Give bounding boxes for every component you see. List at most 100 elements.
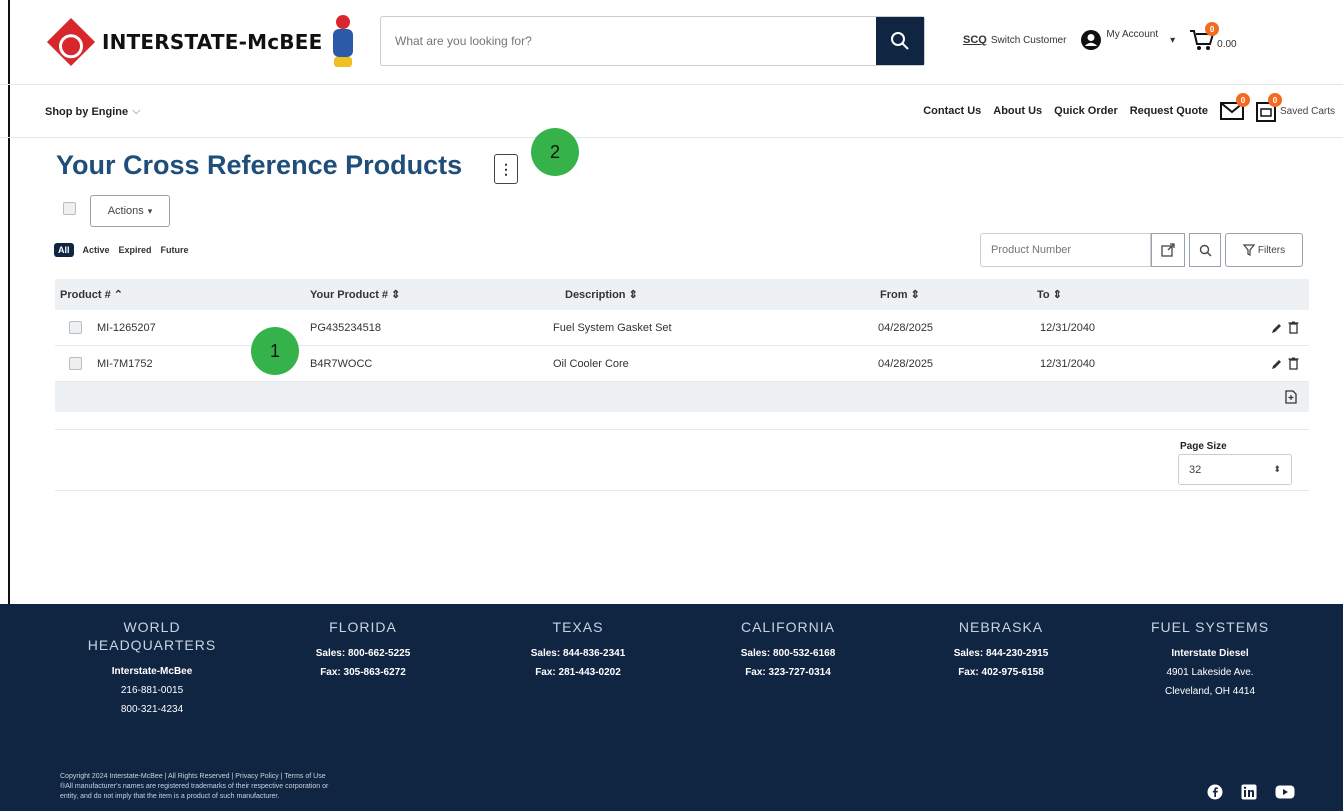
- status-filter-tabs: All Active Expired Future: [54, 243, 189, 257]
- footer-line[interactable]: Sales: 844-836-2341: [483, 644, 673, 663]
- chevron-down-icon: ▾: [1170, 34, 1176, 46]
- callout-marker-2: 2: [531, 128, 579, 176]
- saved-carts-button[interactable]: 0 Saved Carts: [1255, 93, 1335, 122]
- table-footer: [55, 382, 1309, 412]
- logo-diamond-icon: [46, 17, 96, 67]
- search-input[interactable]: [381, 17, 876, 65]
- divider: [55, 490, 1309, 491]
- tab-all[interactable]: All: [54, 243, 74, 257]
- footer-line: 4901 Lakeside Ave.: [1166, 667, 1254, 678]
- export-button[interactable]: [1151, 233, 1185, 267]
- title-menu-button[interactable]: ⋮: [494, 154, 518, 184]
- tab-active[interactable]: Active: [83, 245, 110, 255]
- product-search-button[interactable]: [1189, 233, 1221, 267]
- footer-line: Interstate-McBee: [111, 666, 193, 677]
- product-number: MI-7M1752: [97, 357, 153, 370]
- sort-icon: ⇕: [1052, 289, 1062, 301]
- trademark-line: entity, and do not imply that the item i…: [60, 793, 280, 800]
- sub-navigation: Shop by Engine ⌵ Contact Us About Us Qui…: [0, 86, 1343, 138]
- footer-phone[interactable]: 216-881-0015: [72, 681, 232, 700]
- sort-icon: ⇕: [910, 289, 920, 301]
- your-product-number: PG435234518: [310, 321, 381, 334]
- delete-trash-icon[interactable]: [1288, 321, 1299, 334]
- row-actions: [1271, 321, 1299, 334]
- export-icon: [1161, 243, 1175, 257]
- add-document-icon[interactable]: [1285, 390, 1297, 404]
- page-title: Your Cross Reference Products: [56, 150, 463, 180]
- chevron-down-icon: ⌵: [132, 105, 141, 117]
- saved-carts-count-badge: 0: [1267, 93, 1282, 107]
- filters-button[interactable]: Filters: [1225, 233, 1303, 267]
- logo-text: INTERSTATE-McBEE: [102, 30, 323, 54]
- messages-count-badge: 0: [1235, 93, 1250, 107]
- user-icon: [1081, 30, 1102, 50]
- actions-label: Actions: [107, 205, 144, 217]
- page-size-label: Page Size: [1180, 441, 1227, 452]
- footer-heading: CALIFORNIA: [740, 619, 835, 635]
- edit-pencil-icon[interactable]: [1271, 358, 1283, 370]
- about-us-link[interactable]: About Us: [993, 105, 1042, 117]
- select-all-checkbox[interactable]: [63, 202, 76, 215]
- callout-marker-1: 1: [251, 327, 299, 375]
- trademark-line: ®All manufacturer's names are registered…: [60, 783, 329, 790]
- my-account-button[interactable]: My Account ▾: [1080, 29, 1175, 51]
- search-button[interactable]: [876, 17, 924, 65]
- request-quote-link[interactable]: Request Quote: [1130, 105, 1208, 117]
- footer-heading: NEBRASKA: [958, 619, 1044, 635]
- sort-icon: ⇕: [628, 289, 638, 301]
- actions-dropdown[interactable]: Actions ▾: [90, 195, 170, 227]
- linkedin-icon[interactable]: [1241, 784, 1257, 800]
- footer-line[interactable]: Sales: 844-230-2915: [906, 644, 1096, 663]
- cart-button[interactable]: 0 0.00: [1189, 22, 1237, 52]
- footer-phone[interactable]: 800-321-4234: [72, 700, 232, 719]
- site-logo[interactable]: INTERSTATE-McBEE: [46, 12, 356, 72]
- edit-pencil-icon[interactable]: [1271, 322, 1283, 334]
- delete-trash-icon[interactable]: [1288, 357, 1299, 370]
- header-utilities: SCQ Switch Customer My Account ▾ 0 0.00: [963, 20, 1237, 60]
- filters-label: Filters: [1257, 244, 1286, 256]
- column-header-to[interactable]: To ⇕: [1037, 288, 1062, 301]
- messages-button[interactable]: 0: [1219, 93, 1250, 120]
- footer-col-headquarters: WORLD HEADQUARTERS Interstate-McBee 216-…: [72, 618, 232, 719]
- tab-expired[interactable]: Expired: [119, 245, 152, 255]
- from-date: 04/28/2025: [878, 357, 934, 370]
- table-row: MI-1265207 PG435234518 Fuel System Gaske…: [55, 310, 1309, 346]
- contact-us-link[interactable]: Contact Us: [923, 105, 981, 117]
- column-header-from[interactable]: From ⇕: [880, 288, 920, 301]
- column-header-product[interactable]: Product # ⌃: [60, 288, 123, 301]
- footer-line: Fax: 305-863-6272: [320, 667, 406, 678]
- switch-customer-button[interactable]: SCQ Switch Customer: [963, 34, 1066, 46]
- table-row: MI-7M1752 B4R7WOCC Oil Cooler Core 04/28…: [55, 346, 1309, 382]
- product-number-input[interactable]: [980, 233, 1151, 267]
- shop-by-engine-dropdown[interactable]: Shop by Engine ⌵: [45, 105, 140, 118]
- page-size-select[interactable]: 32 ⬍: [1178, 454, 1292, 485]
- social-links: [1207, 784, 1295, 800]
- footer-line[interactable]: Sales: 800-532-6168: [693, 644, 883, 663]
- row-checkbox[interactable]: [69, 357, 82, 370]
- from-date: 04/28/2025: [878, 321, 934, 334]
- facebook-icon[interactable]: [1207, 784, 1223, 800]
- youtube-icon[interactable]: [1275, 785, 1295, 799]
- search-icon: [1199, 244, 1211, 256]
- footer-col-florida: FLORIDA Sales: 800-662-5225 Fax: 305-863…: [268, 618, 458, 682]
- description: Fuel System Gasket Set: [553, 321, 672, 334]
- mascot-icon: [330, 15, 356, 69]
- column-header-your-product[interactable]: Your Product # ⇕: [310, 288, 400, 301]
- switch-customer-icon: SCQ: [963, 34, 987, 46]
- footer-line[interactable]: Sales: 800-662-5225: [268, 644, 458, 663]
- cart-count-badge: 0: [1205, 22, 1220, 36]
- footer-heading: WORLD HEADQUARTERS: [87, 619, 217, 653]
- row-actions: [1271, 357, 1299, 370]
- tab-future[interactable]: Future: [161, 245, 189, 255]
- footer-col-fuel-systems: FUEL SYSTEMS Interstate Diesel 4901 Lake…: [1115, 618, 1305, 701]
- column-header-description[interactable]: Description ⇕: [565, 288, 638, 301]
- cross-reference-table: Product # ⌃ Your Product # ⇕ Description…: [55, 279, 1309, 412]
- copyright-line[interactable]: Copyright 2024 Interstate-McBee | All Ri…: [60, 772, 480, 782]
- page-size-value: 32: [1189, 463, 1202, 476]
- cart-amount: 0.00: [1217, 38, 1237, 50]
- footer-heading: TEXAS: [552, 619, 604, 635]
- row-checkbox[interactable]: [69, 321, 82, 334]
- to-date: 12/31/2040: [1040, 357, 1096, 370]
- quick-order-link[interactable]: Quick Order: [1054, 105, 1118, 117]
- footer-line: Interstate Diesel: [1171, 648, 1249, 659]
